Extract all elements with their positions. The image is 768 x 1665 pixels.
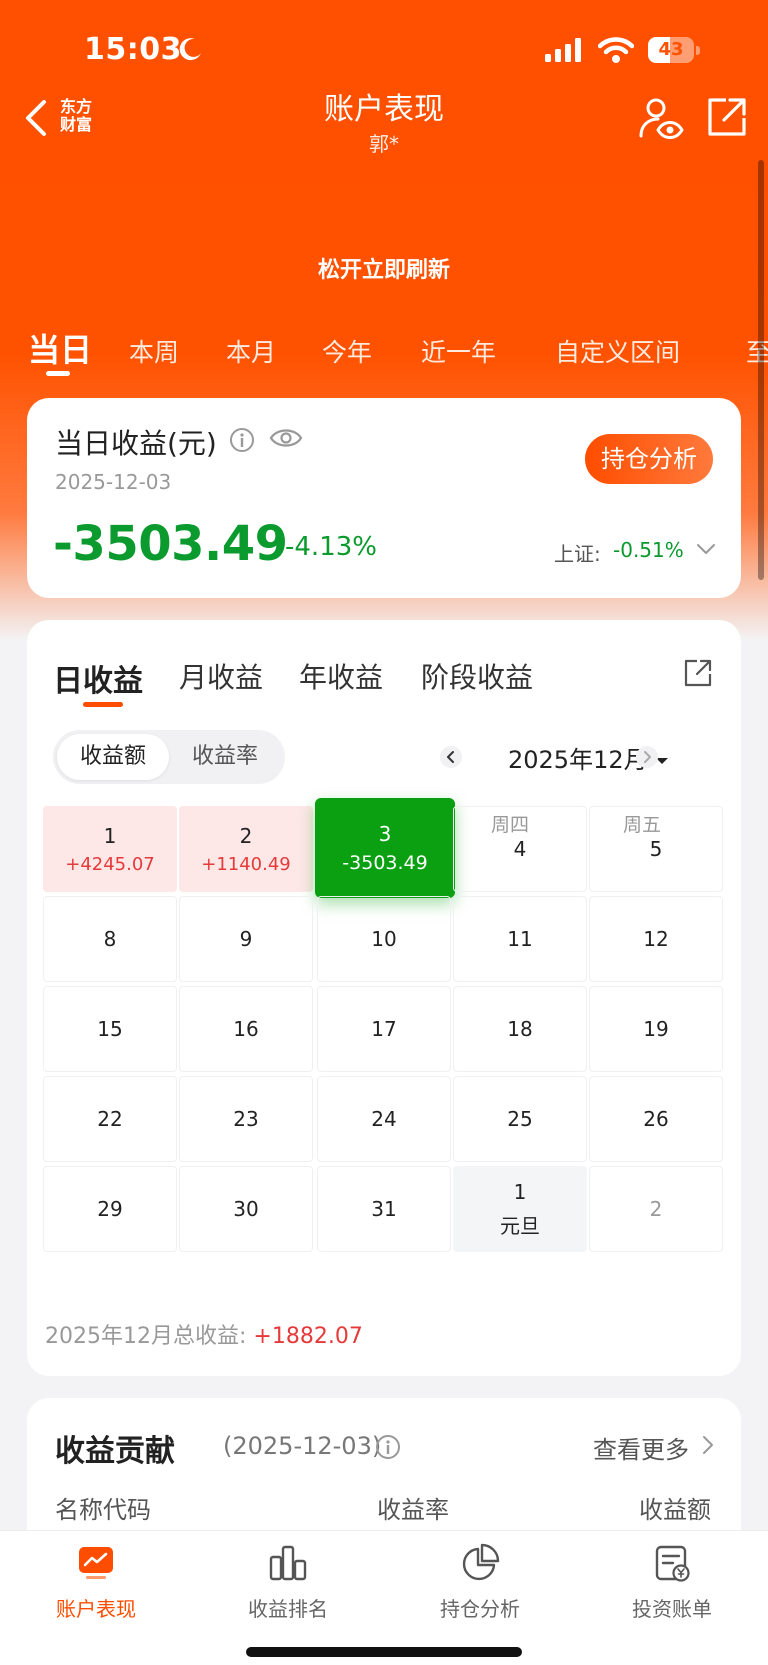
tab-year[interactable]: 今年	[322, 333, 372, 369]
tab-week[interactable]: 本周	[129, 333, 179, 369]
index-label: 上证:	[554, 542, 601, 566]
holding-analysis-button[interactable]: 持仓分析	[585, 434, 713, 484]
calendar-day[interactable]: 19	[589, 986, 723, 1072]
scrollbar[interactable]	[758, 160, 764, 580]
calendar-day[interactable]: 31	[317, 1166, 451, 1252]
month-total-profit: 2025年12月总收益: +1882.07	[45, 1324, 363, 1349]
top-navigation: 东方 财富 账户表现 郭*	[0, 80, 768, 160]
calendar-day[interactable]: 11	[453, 896, 587, 982]
calendar-day-next-month[interactable]: 2	[589, 1166, 723, 1252]
info-icon[interactable]	[229, 427, 255, 453]
tab-indicator	[46, 371, 70, 376]
contribution-date: (2025-12-03)	[223, 1432, 382, 1460]
daily-profit-value: -3503.49	[53, 516, 288, 572]
chevron-right-icon[interactable]	[701, 1434, 715, 1456]
month-total-value: +1882.07	[253, 1324, 363, 1349]
day-profit: +1140.49	[201, 853, 291, 875]
calendar-day[interactable]: 2 +1140.49	[179, 806, 313, 892]
calendar-day[interactable]: 29	[43, 1166, 177, 1252]
battery-level: 43	[658, 39, 684, 60]
calendar-day-holiday[interactable]: 1 元旦	[453, 1166, 587, 1252]
tab-more[interactable]: 至	[746, 333, 768, 369]
day-profit: +4245.07	[65, 853, 155, 875]
column-header-name: 名称代码	[55, 1496, 151, 1524]
calendar-day[interactable]: 30	[179, 1166, 313, 1252]
calendar-day-selected[interactable]: 3 -3503.49	[315, 798, 455, 898]
daily-profit-percent: -4.13%	[285, 532, 377, 562]
previous-month-button[interactable]	[440, 746, 462, 768]
calendar-day[interactable]: 24	[317, 1076, 451, 1162]
calendar-day[interactable]: 26	[589, 1076, 723, 1162]
tab-monthly-profit[interactable]: 月收益	[179, 656, 263, 696]
moon-icon	[179, 38, 201, 61]
column-header-rate[interactable]: 收益率	[377, 1490, 449, 1525]
calendar-day[interactable]: 8	[43, 896, 177, 982]
bottom-tab-investment-bill[interactable]: 投资账单	[576, 1543, 768, 1622]
column-header-amount[interactable]: 收益额	[639, 1490, 711, 1525]
cellular-signal-icon	[545, 38, 581, 62]
tab-yearly-profit[interactable]: 年收益	[299, 656, 383, 696]
calendar-day[interactable]: 5	[589, 806, 723, 892]
eye-icon[interactable]	[269, 426, 303, 450]
bill-icon	[655, 1545, 690, 1582]
tab-daily-profit[interactable]: 日收益	[53, 656, 143, 700]
calendar-day[interactable]: 12	[589, 896, 723, 982]
profit-calendar-card: 日收益 月收益 年收益 阶段收益 收益额 收益率 2025年12月 周一 周二 …	[27, 620, 741, 1376]
bottom-tab-profit-ranking[interactable]: 收益排名	[192, 1543, 384, 1622]
segment-profit-amount[interactable]: 收益额	[57, 734, 169, 780]
bottom-tab-holding-analysis[interactable]: 持仓分析	[384, 1543, 576, 1622]
export-icon[interactable]	[683, 658, 713, 688]
trend-chart-icon	[79, 1547, 113, 1579]
share-icon[interactable]	[706, 96, 748, 138]
calendar-day[interactable]: 1 +4245.07	[43, 806, 177, 892]
period-tabs: 当日 本周 本月 今年 近一年 自定义区间 至	[0, 325, 768, 376]
holiday-label: 元旦	[500, 1213, 540, 1238]
status-time: 15:03	[84, 32, 182, 67]
calendar-day[interactable]: 16	[179, 986, 313, 1072]
calendar-tab-indicator	[83, 702, 123, 707]
tab-today[interactable]: 当日	[28, 325, 92, 371]
calendar-day[interactable]: 15	[43, 986, 177, 1072]
user-privacy-icon[interactable]	[638, 96, 684, 142]
contribution-title: 收益贡献	[55, 1434, 175, 1469]
pie-chart-icon	[462, 1543, 500, 1581]
value-type-toggle: 收益额 收益率	[53, 730, 285, 784]
chevron-down-icon[interactable]	[695, 541, 717, 557]
bottom-navigation: 账户表现 收益排名 持仓分析 投资账单	[0, 1530, 768, 1665]
calendar-day[interactable]: 22	[43, 1076, 177, 1162]
see-more-link[interactable]: 查看更多	[593, 1430, 689, 1465]
calendar-day[interactable]: 18	[453, 986, 587, 1072]
bar-chart-icon	[269, 1545, 307, 1581]
daily-profit-card: 当日收益(元) 2025-12-03 持仓分析 -3503.49 -4.13% …	[27, 398, 741, 598]
calendar-day[interactable]: 23	[179, 1076, 313, 1162]
calendar-day[interactable]: 17	[317, 986, 451, 1072]
calendar-day[interactable]: 10	[317, 896, 451, 982]
index-value: -0.51%	[613, 538, 684, 562]
home-indicator[interactable]	[246, 1647, 522, 1657]
calendar-day[interactable]: 4	[453, 806, 587, 892]
status-bar: 15:03 43	[0, 28, 768, 76]
bottom-tab-account-performance[interactable]: 账户表现	[0, 1543, 192, 1622]
battery-icon: 43	[648, 37, 700, 63]
info-icon[interactable]	[375, 1434, 401, 1460]
next-month-button[interactable]	[636, 746, 658, 768]
segment-profit-rate[interactable]: 收益率	[169, 734, 281, 780]
pull-refresh-hint: 松开立即刷新	[317, 258, 450, 283]
wifi-icon	[598, 37, 634, 63]
calendar-day[interactable]: 9	[179, 896, 313, 982]
profit-date: 2025-12-03	[55, 470, 172, 494]
tab-custom-range[interactable]: 自定义区间	[555, 333, 680, 369]
calendar-day[interactable]: 25	[453, 1076, 587, 1162]
tab-last-year[interactable]: 近一年	[421, 333, 496, 369]
tab-month[interactable]: 本月	[226, 333, 276, 369]
day-profit: -3503.49	[342, 852, 428, 874]
tab-stage-profit[interactable]: 阶段收益	[421, 656, 533, 696]
profit-title: 当日收益(元)	[55, 427, 217, 460]
